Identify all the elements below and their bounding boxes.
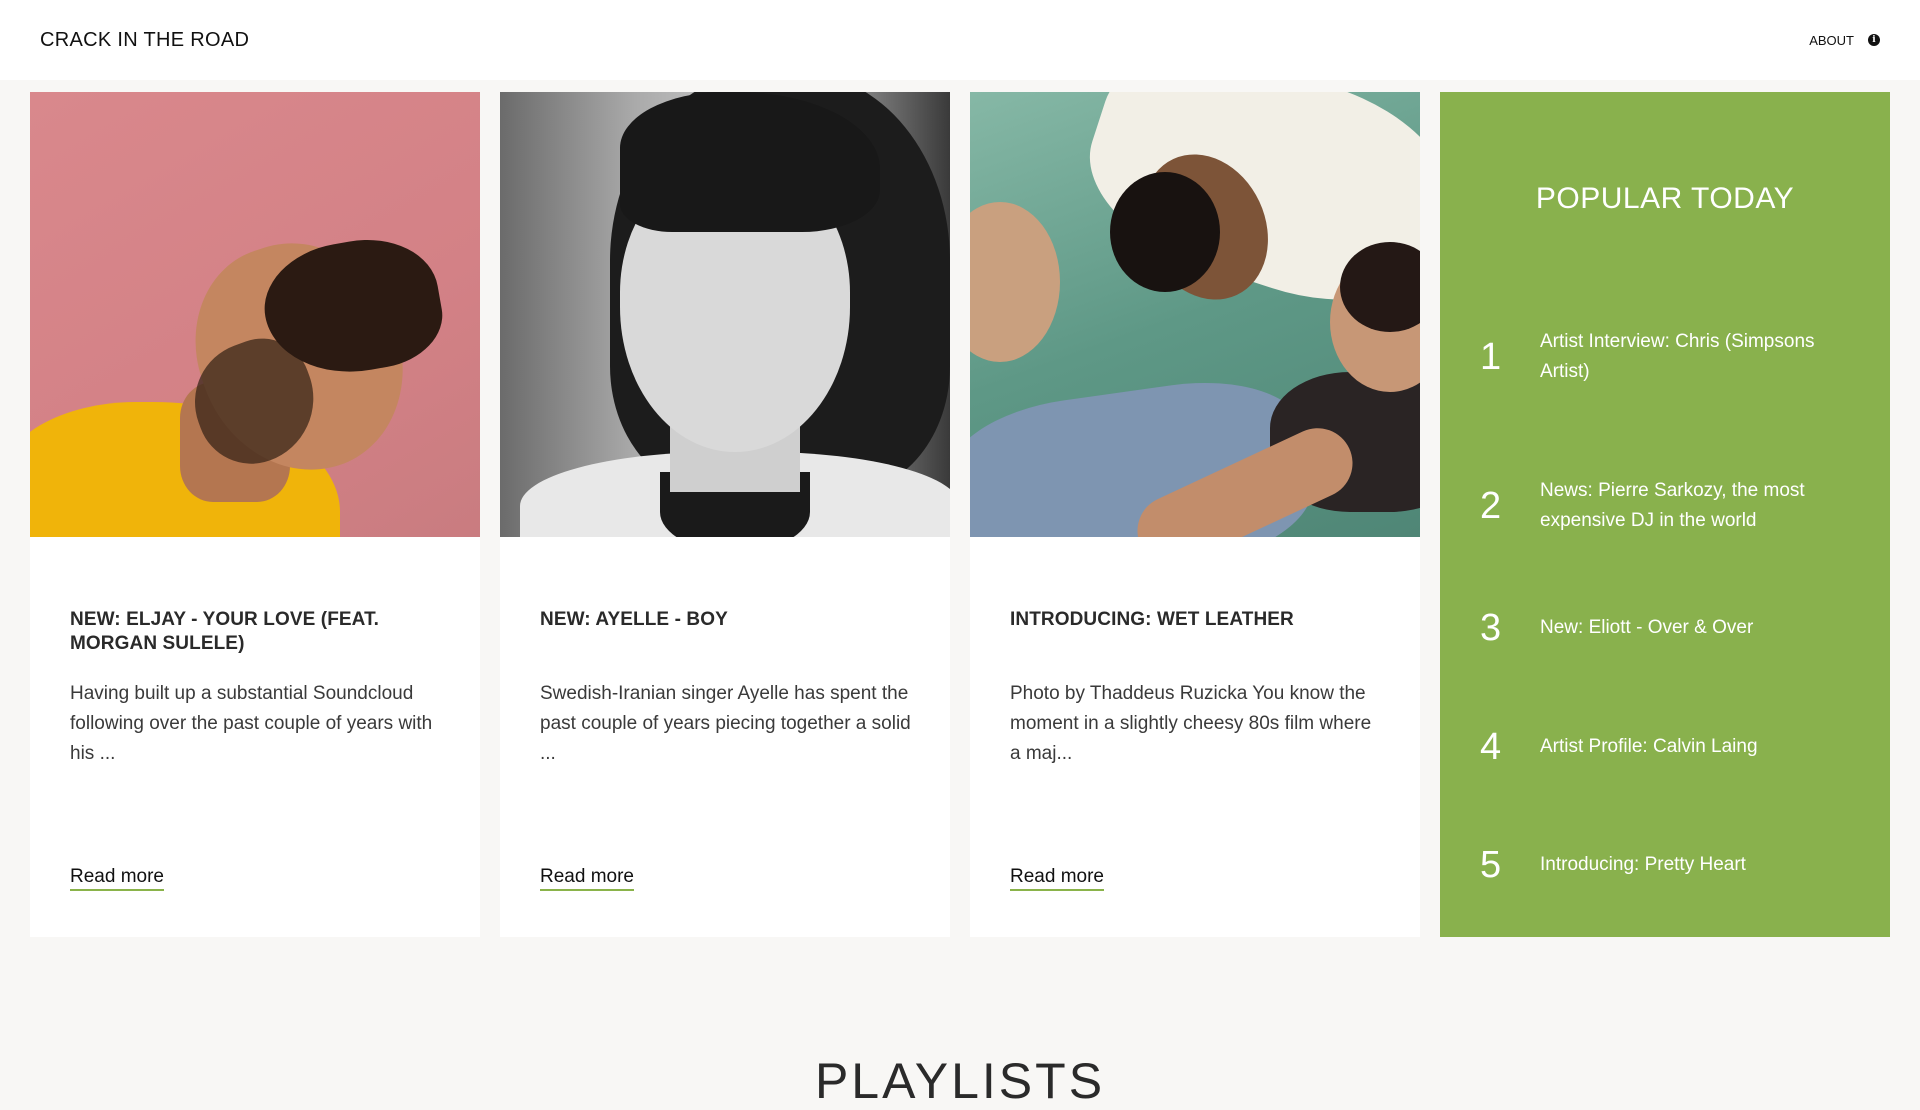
popular-item[interactable]: 3 New: Eliott - Over & Over — [1480, 608, 1870, 648]
popular-rank: 1 — [1480, 336, 1502, 378]
article-image[interactable] — [500, 92, 950, 537]
popular-item-label[interactable]: Artist Interview: Chris (Simpsons Artist… — [1540, 327, 1860, 387]
article-title[interactable]: NEW: ELJAY - YOUR LOVE (FEAT. MORGAN SUL… — [70, 608, 440, 656]
article-image[interactable] — [30, 92, 480, 537]
read-more-link[interactable]: Read more — [540, 866, 634, 891]
popular-rank: 4 — [1480, 726, 1502, 768]
popular-item-label[interactable]: Artist Profile: Calvin Laing — [1540, 732, 1860, 762]
popular-item-label[interactable]: Introducing: Pretty Heart — [1540, 850, 1860, 880]
article-cards: NEW: ELJAY - YOUR LOVE (FEAT. MORGAN SUL… — [30, 92, 1420, 937]
site-header: CRACK IN THE ROAD ABOUT i — [0, 0, 1920, 80]
popular-rank: 2 — [1480, 485, 1502, 527]
popular-item-label[interactable]: News: Pierre Sarkozy, the most expensive… — [1540, 476, 1860, 536]
popular-item[interactable]: 4 Artist Profile: Calvin Laing — [1480, 727, 1870, 767]
info-icon: i — [1868, 34, 1880, 46]
about-link[interactable]: ABOUT i — [1809, 33, 1880, 48]
popular-item-label[interactable]: New: Eliott - Over & Over — [1540, 613, 1860, 643]
article-excerpt: Swedish-Iranian singer Ayelle has spent … — [540, 683, 911, 764]
article-card: NEW: AYELLE - BOY Swedish-Iranian singer… — [500, 92, 950, 937]
article-title[interactable]: NEW: AYELLE - BOY — [540, 608, 910, 632]
about-label: ABOUT — [1809, 32, 1854, 48]
article-excerpt: Photo by Thaddeus Ruzicka You know the m… — [1010, 683, 1372, 764]
popular-item[interactable]: 5 Introducing: Pretty Heart — [1480, 845, 1870, 885]
popular-item[interactable]: 1 Artist Interview: Chris (Simpsons Arti… — [1480, 327, 1870, 387]
playlists-section-heading: PLAYLISTS — [814, 1053, 1106, 1109]
popular-today-panel: POPULAR TODAY 1 Artist Interview: Chris … — [1440, 92, 1890, 937]
site-title-link[interactable]: CRACK IN THE ROAD — [40, 29, 249, 52]
read-more-link[interactable]: Read more — [70, 866, 164, 891]
article-image[interactable] — [970, 92, 1420, 537]
popular-item[interactable]: 2 News: Pierre Sarkozy, the most expensi… — [1480, 476, 1870, 536]
article-excerpt: Having built up a substantial Soundcloud… — [70, 683, 433, 764]
popular-rank: 3 — [1480, 607, 1502, 649]
popular-rank: 5 — [1480, 844, 1502, 886]
read-more-link[interactable]: Read more — [1010, 866, 1104, 891]
article-title[interactable]: INTRODUCING: WET LEATHER — [1010, 608, 1380, 632]
article-card: INTRODUCING: WET LEATHER Photo by Thadde… — [970, 92, 1420, 937]
popular-today-title: POPULAR TODAY — [1535, 182, 1795, 215]
article-card: NEW: ELJAY - YOUR LOVE (FEAT. MORGAN SUL… — [30, 92, 480, 937]
